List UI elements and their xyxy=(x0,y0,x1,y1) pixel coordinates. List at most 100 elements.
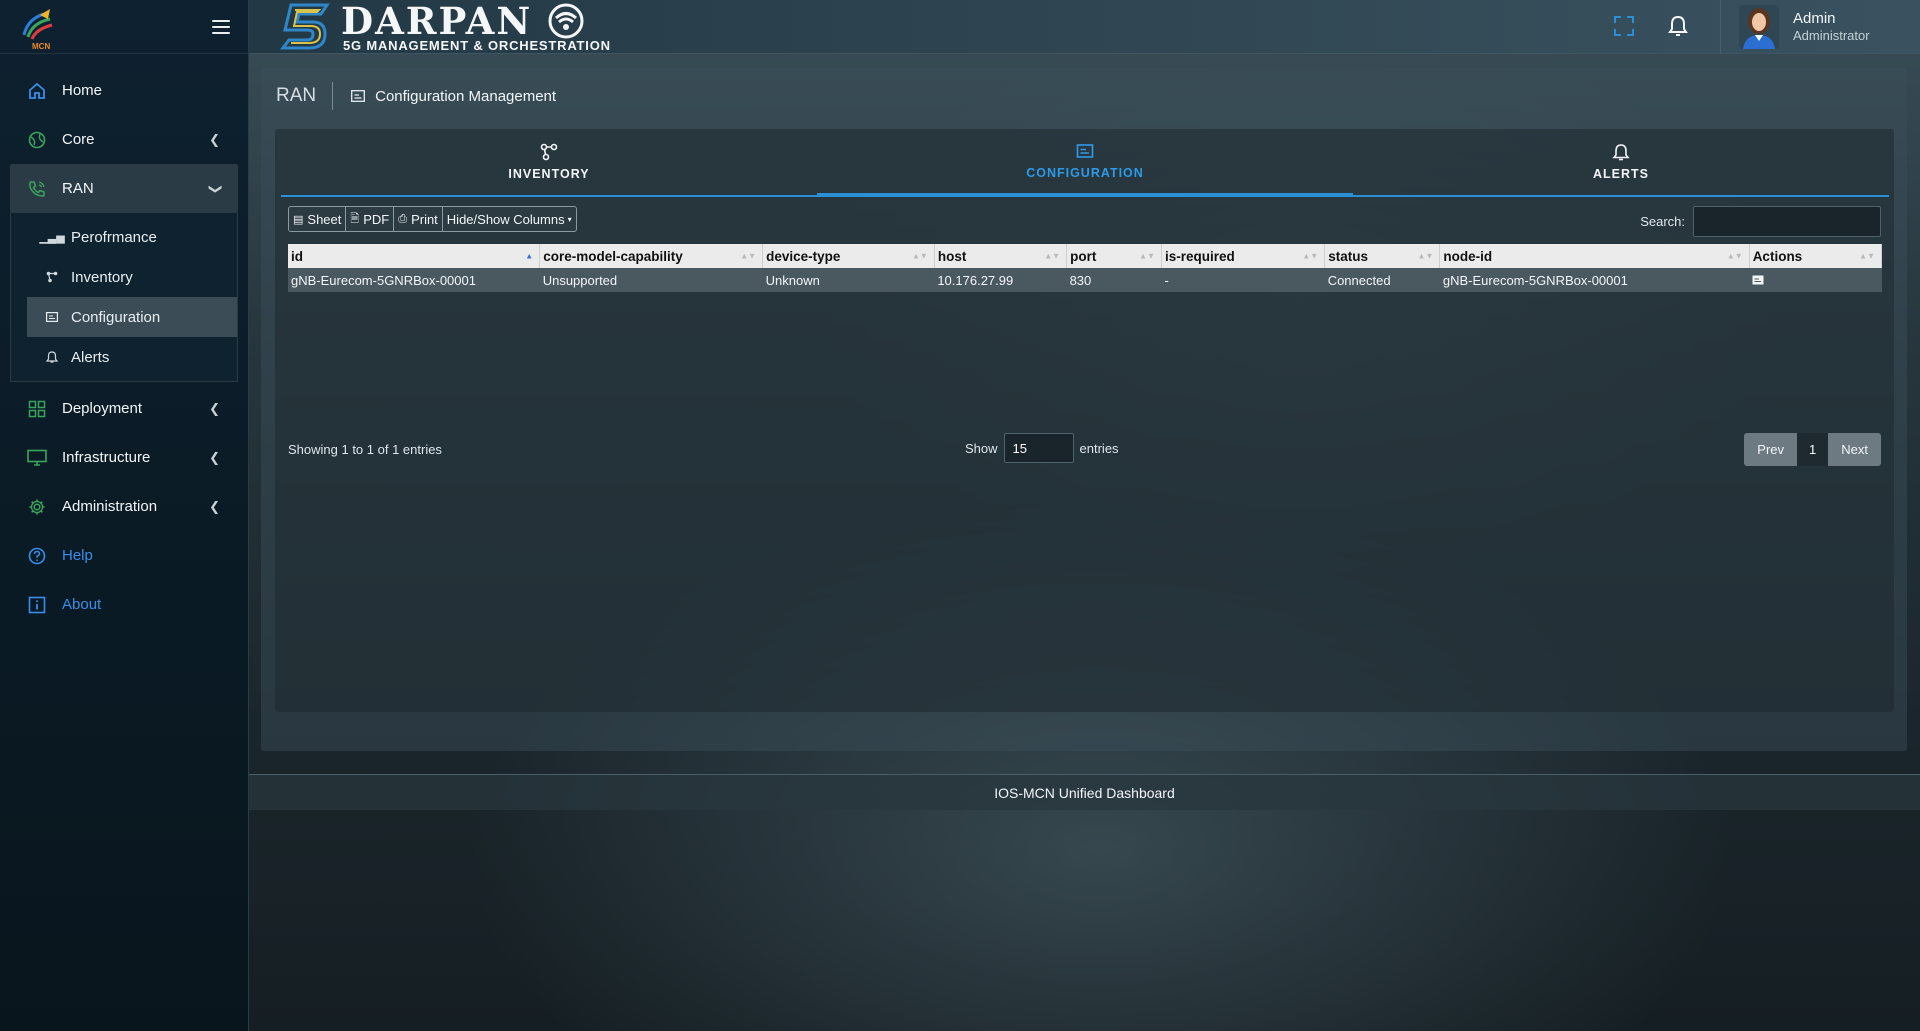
column-label: Actions xyxy=(1752,248,1803,264)
column-header-is-required[interactable]: is-required ▲▼ xyxy=(1161,244,1326,268)
sidebar-nav: Home Core ❮ RAN ❮ ▁▃▅ Perofrmance Invent… xyxy=(0,66,248,629)
column-header-host[interactable]: host ▲▼ xyxy=(934,244,1068,268)
content-card: RAN Configuration Management INVENTORY C… xyxy=(261,68,1907,751)
table-search: Search: xyxy=(1640,206,1881,237)
sidebar-subitem-label: Perofrmance xyxy=(71,228,157,246)
caret-down-icon: ▾ xyxy=(567,214,572,224)
table-row[interactable]: gNB-Eurecom-5GNRBox-00001 Unsupported Un… xyxy=(288,268,1882,292)
page-1-button[interactable]: 1 xyxy=(1797,433,1829,466)
column-label: host xyxy=(937,248,967,264)
sidebar-item-core[interactable]: Core ❮ xyxy=(10,115,238,164)
sidebar-item-home[interactable]: Home xyxy=(10,66,238,115)
search-input[interactable] xyxy=(1693,206,1881,237)
column-header-node-id[interactable]: node-id ▲▼ xyxy=(1439,244,1750,268)
brand-title-block: DARPAN 5G MANAGEMENT & ORCHESTRATION xyxy=(341,2,611,53)
export-sheet-button[interactable]: ▤ Sheet xyxy=(288,206,347,232)
terminal-icon xyxy=(351,90,366,102)
user-role: Administrator xyxy=(1793,28,1870,44)
user-info: Admin Administrator xyxy=(1793,9,1870,45)
home-icon xyxy=(26,80,48,102)
sidebar-item-about[interactable]: About xyxy=(10,580,238,629)
column-header-core-model-capability[interactable]: core-model-capability ▲▼ xyxy=(539,244,764,268)
5g-logo-icon xyxy=(280,3,330,50)
column-label: is-required xyxy=(1165,248,1235,264)
sidebar-item-ran[interactable]: RAN ❮ xyxy=(10,164,238,213)
network-icon xyxy=(540,143,558,161)
sidebar-item-label: About xyxy=(62,596,102,613)
menu-toggle-icon[interactable] xyxy=(212,19,230,34)
cell-core-model-capability: Unsupported xyxy=(539,268,763,292)
prev-page-button[interactable]: Prev xyxy=(1744,433,1798,466)
sidebar-subitem-performance[interactable]: ▁▃▅ Perofrmance xyxy=(27,217,237,257)
sidebar-item-infrastructure[interactable]: Infrastructure ❮ xyxy=(10,433,238,482)
config-panel: INVENTORY CONFIGURATION ALERTS ▤ Sheet 🗎… xyxy=(275,129,1894,712)
sort-icon: ▲▼ xyxy=(1726,251,1743,261)
user-name: Admin xyxy=(1793,9,1836,27)
tab-label: ALERTS xyxy=(1593,167,1649,181)
column-header-status[interactable]: status ▲▼ xyxy=(1324,244,1441,268)
table-header-row: id ▲ core-model-capability ▲▼ device-type ▲… xyxy=(288,244,1883,268)
cell-node-id: gNB-Eurecom-5GNRBox-00001 xyxy=(1439,268,1750,292)
topbar-actions xyxy=(1612,14,1690,38)
sort-icon: ▲▼ xyxy=(1044,251,1061,261)
user-menu[interactable]: Admin Administrator xyxy=(1720,0,1920,54)
chevron-left-icon: ❮ xyxy=(209,131,220,147)
print-button[interactable]: ⎙ Print xyxy=(393,206,443,232)
column-visibility-button[interactable]: Hide/Show Columns ▾ xyxy=(441,206,577,232)
sidebar-item-administration[interactable]: Administration ❮ xyxy=(10,482,238,531)
darpan-logo[interactable]: DARPAN 5G MANAGEMENT & ORCHESTRATION xyxy=(277,2,611,53)
sort-asc-icon: ▲ xyxy=(525,251,534,261)
column-label: port xyxy=(1070,248,1097,264)
breadcrumb-root[interactable]: RAN xyxy=(276,82,334,110)
export-pdf-button[interactable]: 🗎 PDF xyxy=(345,206,395,232)
next-page-button[interactable]: Next xyxy=(1828,433,1881,466)
page-length-control: Show entries xyxy=(965,433,1119,463)
table-info: Showing 1 to 1 of 1 entries xyxy=(288,442,442,457)
button-label: Sheet xyxy=(307,211,342,227)
cell-is-required: - xyxy=(1161,268,1325,292)
sidebar-subitem-inventory[interactable]: Inventory xyxy=(27,257,237,297)
column-label: node-id xyxy=(1443,248,1493,264)
tab-alerts[interactable]: ALERTS xyxy=(1353,129,1889,195)
app-subtitle: 5G MANAGEMENT & ORCHESTRATION xyxy=(343,38,611,53)
sidebar-item-label: Help xyxy=(62,547,93,564)
info-icon xyxy=(26,594,48,616)
config-table: id ▲ core-model-capability ▲▼ device-type ▲… xyxy=(288,244,1883,292)
notification-bell-icon[interactable] xyxy=(1666,14,1690,38)
column-header-port[interactable]: port ▲▼ xyxy=(1066,244,1162,268)
chevron-left-icon: ❮ xyxy=(209,400,220,416)
terminal-icon xyxy=(1076,144,1094,158)
button-label: Print xyxy=(411,211,438,227)
page-length-input[interactable] xyxy=(1003,433,1074,463)
column-header-id[interactable]: id ▲ xyxy=(288,244,541,268)
sidebar-item-help[interactable]: Help xyxy=(10,531,238,580)
footer-text: IOS-MCN Unified Dashboard xyxy=(994,784,1175,801)
sidebar-item-label: Home xyxy=(62,82,103,99)
mcn-logo[interactable]: MCN xyxy=(18,5,58,51)
column-header-actions[interactable]: Actions ▲▼ xyxy=(1749,244,1883,268)
pagination: Prev 1 Next xyxy=(1744,433,1881,466)
bell-icon xyxy=(1612,144,1630,161)
sidebar-item-deployment[interactable]: Deployment ❮ xyxy=(10,384,238,433)
chevron-left-icon: ❮ xyxy=(209,449,220,465)
column-label: device-type xyxy=(766,248,841,264)
sidebar: MCN Home Core ❮ RAN ❮ ▁▃▅ Perofrmance In… xyxy=(0,0,249,1031)
column-label: core-model-capability xyxy=(543,248,683,264)
tab-inventory[interactable]: INVENTORY xyxy=(281,129,817,195)
breadcrumb: RAN Configuration Management xyxy=(276,82,556,110)
question-icon xyxy=(26,545,48,567)
tab-configuration[interactable]: CONFIGURATION xyxy=(817,129,1353,197)
terminal-icon[interactable] xyxy=(1752,275,1764,285)
fullscreen-icon[interactable] xyxy=(1612,14,1636,38)
app-title: DARPAN xyxy=(341,0,533,43)
sidebar-item-label: Infrastructure xyxy=(62,449,151,466)
sort-icon: ▲▼ xyxy=(740,251,757,261)
column-label: id xyxy=(291,248,303,264)
sort-icon: ▲▼ xyxy=(1859,251,1875,261)
mcn-logo-icon xyxy=(22,8,53,40)
sidebar-subitem-configuration[interactable]: Configuration xyxy=(27,297,237,337)
sidebar-subitem-alerts[interactable]: Alerts xyxy=(27,337,237,377)
column-header-device-type[interactable]: device-type ▲▼ xyxy=(762,244,935,268)
chevron-down-icon: ❮ xyxy=(206,183,222,194)
spreadsheet-icon: ▤ xyxy=(293,213,304,226)
